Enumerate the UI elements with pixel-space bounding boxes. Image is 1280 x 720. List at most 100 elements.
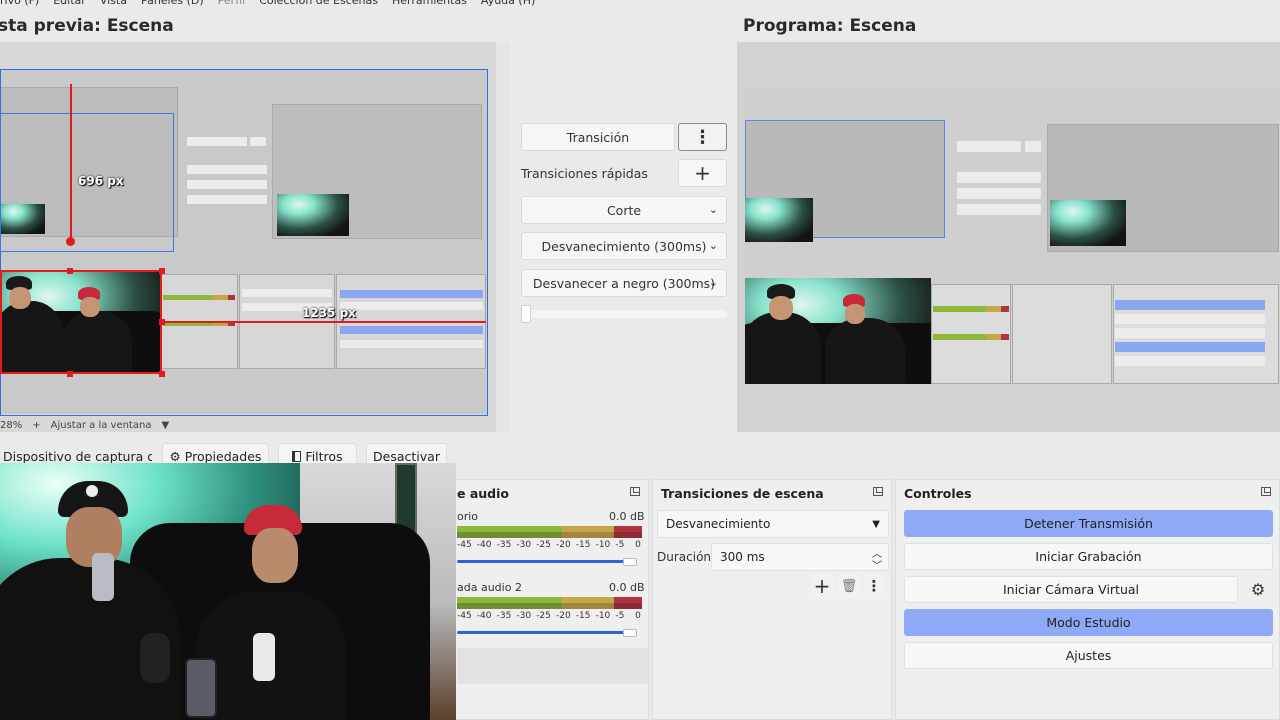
quick-transition-cut[interactable]: Corte ⌄ — [521, 196, 727, 224]
height-measure: 1235 px — [302, 306, 356, 320]
chevron-down-icon: ⌄ — [708, 275, 718, 289]
quick-transitions-label: Transiciones rápidas — [521, 166, 648, 181]
properties-label: Propiedades — [184, 448, 262, 464]
gear-icon: ⚙ — [169, 448, 181, 464]
resize-handle-top-right[interactable] — [159, 268, 165, 274]
more-vertical-icon: ⋮ — [866, 577, 882, 595]
start-virtual-camera-button[interactable]: Iniciar Cámara Virtual — [904, 576, 1238, 603]
settings-button[interactable]: Ajustes — [904, 642, 1273, 669]
volume-meter — [457, 603, 642, 609]
guide-horizontal — [162, 321, 486, 323]
channel-name: orio — [457, 510, 479, 523]
preview-canvas[interactable]: 696 px 1235 px — [0, 42, 496, 432]
plus-icon: + — [694, 161, 711, 185]
undock-icon[interactable] — [630, 487, 640, 496]
menu-help[interactable]: Ayuda (H) — [474, 0, 542, 9]
volume-slider[interactable] — [457, 560, 625, 563]
program-screen-capture — [745, 88, 1279, 384]
menu-file[interactable]: rivo (F) — [0, 0, 46, 9]
add-quick-transition-button[interactable]: + — [678, 159, 727, 187]
resize-handle-bottom-right[interactable] — [159, 371, 165, 377]
channel-db: 0.0 dB — [609, 510, 645, 523]
add-transition-button[interactable]: + — [811, 574, 833, 598]
filter-icon — [292, 450, 302, 462]
scene-transitions-dock: Transiciones de escena Desvanecimiento ▼… — [652, 479, 892, 720]
chevron-down-icon[interactable]: ﹀ — [872, 557, 882, 572]
source-name: Dispositivo de captura de v — [3, 448, 152, 464]
quick-transition-fade[interactable]: Desvanecimiento (300ms) ⌄ — [521, 232, 727, 260]
volume-meter — [457, 532, 642, 538]
gear-icon[interactable]: ⚙ — [1247, 578, 1269, 600]
microphone — [140, 633, 170, 683]
start-recording-button[interactable]: Iniciar Grabación — [904, 543, 1273, 570]
transition-select[interactable]: Desvanecimiento ▼ — [657, 510, 889, 538]
transition-options-button[interactable]: ⋮ — [865, 575, 883, 597]
zoom-level: 28% — [0, 419, 23, 431]
option-label: Desvanecimiento (300ms) — [541, 238, 707, 254]
volume-slider-handle[interactable] — [623, 629, 637, 637]
guide-anchor — [66, 237, 75, 246]
menu-docks[interactable]: Paneles (D) — [134, 0, 211, 9]
selected-source-box[interactable] — [0, 270, 162, 374]
preview-scrollbar[interactable] — [496, 42, 510, 432]
meter-ticks: -45 -40 -35 -30 -25 -20 -15 -10 -5 0 — [457, 611, 641, 621]
undock-icon[interactable] — [873, 487, 883, 496]
remove-transition-button[interactable]: 🗑 — [838, 575, 860, 597]
program-canvas — [737, 42, 1280, 432]
phone — [185, 658, 217, 718]
transition-slider[interactable] — [521, 305, 727, 323]
face-right — [252, 528, 298, 583]
can-right — [253, 633, 275, 681]
studio-mode-button[interactable]: Modo Estudio — [904, 609, 1273, 636]
mixer-empty-area — [457, 648, 648, 684]
menu-edit[interactable]: Editar — [46, 0, 93, 9]
zoom-in-button[interactable]: + — [32, 420, 40, 431]
menu-scene-collection[interactable]: Colección de Escenas — [252, 0, 385, 9]
duration-input[interactable]: 300 ms ︿ ﹀ — [711, 543, 889, 572]
scene-transitions-title: Transiciones de escena — [661, 486, 824, 501]
duration-value: 300 ms — [720, 550, 765, 564]
resize-handle-top[interactable] — [67, 268, 73, 274]
channel-name: ada audio 2 — [457, 581, 522, 594]
guide-vertical — [70, 84, 72, 242]
menu-bar: rivo (F) Editar Vista Paneles (D) Perfil… — [0, 0, 1280, 9]
transition-menu-button[interactable]: ⋮ — [678, 123, 727, 151]
plus-icon: + — [813, 574, 831, 598]
meter-ticks: -45 -40 -35 -30 -25 -20 -15 -10 -5 0 — [457, 540, 641, 550]
trash-icon: 🗑 — [840, 578, 858, 594]
controls-title: Controles — [904, 486, 972, 501]
menu-tools[interactable]: Herramientas — [385, 0, 474, 9]
audio-mixer-dock: e audio orio 0.0 dB -45 -40 -35 -30 -25 -20 -1… — [448, 479, 649, 720]
chevron-down-icon: ⌄ — [708, 238, 718, 252]
preview-title: sta previa: Escena — [0, 16, 174, 36]
poster — [395, 463, 417, 533]
caret-down-icon[interactable]: ▼ — [161, 420, 169, 431]
menu-profile[interactable]: Perfil — [211, 0, 253, 9]
fit-window-button[interactable]: Ajustar a la ventana — [51, 420, 152, 431]
width-measure: 696 px — [78, 174, 124, 188]
menu-view[interactable]: Vista — [93, 0, 134, 9]
chevron-down-icon: ⌄ — [708, 202, 718, 216]
can-left — [92, 553, 114, 601]
transition-select-value: Desvanecimiento — [666, 517, 771, 531]
zoom-bar: 28% + Ajustar a la ventana ▼ — [0, 418, 169, 432]
quick-transition-fade-black[interactable]: Desvanecer a negro (300ms) ⌄ — [521, 269, 727, 297]
duration-label: Duración — [657, 550, 712, 564]
resize-handle-bottom[interactable] — [67, 371, 73, 377]
webcam-overlay — [0, 463, 456, 720]
transition-slider-handle[interactable] — [521, 305, 531, 323]
filters-label: Filtros — [305, 448, 343, 464]
undock-icon[interactable] — [1261, 487, 1271, 496]
channel-db: 0.0 dB — [609, 581, 645, 594]
caret-down-icon: ▼ — [872, 518, 880, 530]
volume-slider[interactable] — [457, 631, 625, 634]
more-vertical-icon: ⋮ — [693, 126, 712, 148]
option-label: Desvanecer a negro (300ms) — [532, 275, 716, 291]
transition-button[interactable]: Transición — [521, 123, 675, 151]
volume-slider-handle[interactable] — [623, 558, 637, 566]
audio-mixer-title: e audio — [457, 486, 509, 501]
option-label: Corte — [606, 202, 642, 218]
stop-streaming-button[interactable]: Detener Transmisión — [904, 510, 1273, 537]
program-title: Programa: Escena — [743, 16, 917, 36]
resize-handle-right[interactable] — [159, 319, 165, 325]
